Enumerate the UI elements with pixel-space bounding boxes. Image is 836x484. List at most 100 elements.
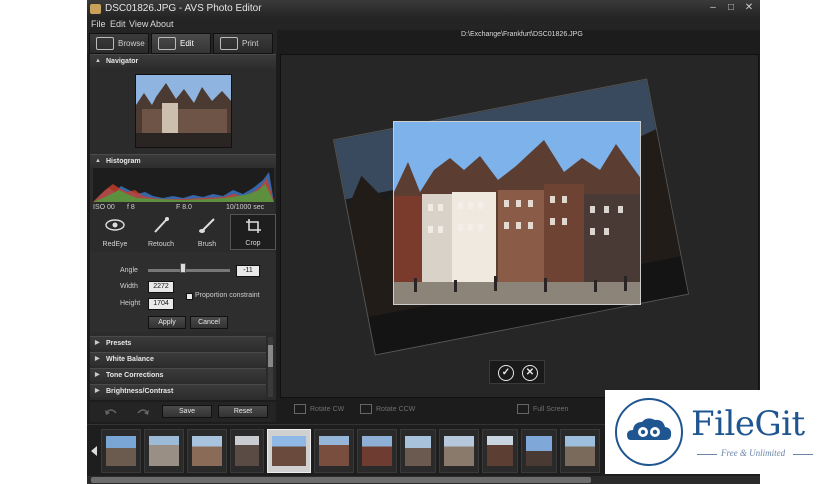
proportion-checkbox[interactable] — [186, 293, 193, 300]
title-bar: DSC01826.JPG - AVS Photo Editor – □ ✕ — [87, 0, 760, 18]
film-thumbnail[interactable] — [400, 429, 436, 473]
film-thumbnail[interactable] — [439, 429, 479, 473]
discard-x-icon[interactable]: ✕ — [522, 365, 538, 381]
cancel-button[interactable]: Cancel — [190, 316, 228, 329]
section-presets[interactable]: ▶ Presets — [90, 336, 266, 350]
menu-edit[interactable]: Edit — [110, 18, 126, 30]
angle-label: Angle — [120, 267, 138, 274]
tool-redeye[interactable]: RedEye — [92, 214, 138, 250]
tool-palette: RedEye Retouch Brush Crop — [90, 214, 276, 250]
redeye-icon — [105, 219, 125, 231]
tool-brush[interactable]: Brush — [184, 214, 230, 250]
film-thumbnail[interactable] — [144, 429, 184, 473]
histogram-title: Histogram — [106, 158, 141, 165]
watermark-divider — [793, 454, 813, 455]
print-icon — [220, 37, 238, 50]
navigator-header[interactable]: ▲ Navigator — [90, 54, 276, 68]
film-thumbnail[interactable] — [560, 429, 600, 473]
bottom-actions: Save Reset — [90, 402, 276, 422]
rotate-cw-label: Rotate CW — [310, 406, 345, 413]
navigator-thumbnail[interactable] — [135, 74, 232, 148]
expand-triangle-icon: ▶ — [95, 388, 100, 394]
filmstrip-scrollbar[interactable] — [87, 476, 760, 484]
tab-browse[interactable]: Browse — [89, 33, 149, 54]
section-white-balance[interactable]: ▶ White Balance — [90, 352, 266, 366]
film-thumbnail[interactable] — [230, 429, 264, 473]
crop-area-photo[interactable] — [393, 121, 641, 305]
collapse-triangle-icon: ▲ — [95, 158, 101, 164]
crop-settings: Angle -11 Width 2272 Height 1704 Proport… — [90, 252, 276, 332]
film-thumbnail[interactable] — [482, 429, 518, 473]
maximize-button[interactable]: □ — [725, 2, 737, 14]
rotate-ccw-icon — [360, 404, 372, 415]
fullscreen-label: Full Screen — [533, 406, 569, 413]
rotate-cw-button[interactable]: Rotate CW — [294, 402, 344, 418]
reset-button[interactable]: Reset — [218, 405, 268, 418]
angle-slider-thumb[interactable] — [180, 263, 186, 273]
tab-print[interactable]: Print — [213, 33, 273, 54]
rotate-ccw-label: Rotate CCW — [376, 406, 416, 413]
angle-field[interactable]: -11 — [236, 265, 260, 277]
edit-icon — [158, 37, 176, 50]
width-label: Width — [120, 283, 138, 290]
height-field[interactable]: 1704 — [148, 298, 174, 310]
section-brightness-contrast[interactable]: ▶ Brightness/Contrast — [90, 384, 266, 398]
proportion-label: Proportion constraint — [195, 292, 260, 299]
rotate-ccw-button[interactable]: Rotate CCW — [360, 402, 415, 418]
minimize-button[interactable]: – — [707, 2, 719, 14]
exif-aperture: F 8.0 — [176, 204, 192, 211]
file-path: D:\Exchange\Frankfurt\DSC01826.JPG — [461, 31, 583, 38]
exif-shutter: 10/1000 sec — [226, 204, 265, 211]
cloud-icon — [627, 418, 672, 440]
tab-browse-label: Browse — [118, 39, 145, 48]
tab-edit[interactable]: Edit — [151, 33, 211, 54]
menu-view[interactable]: View — [129, 18, 148, 30]
section-tone-corrections[interactable]: ▶ Tone Corrections — [90, 368, 266, 382]
tool-retouch-label: Retouch — [147, 241, 175, 248]
confirm-check-icon[interactable]: ✓ — [498, 365, 514, 381]
watermark-tagline: Free & Unlimited — [721, 448, 786, 458]
tool-crop[interactable]: Crop — [230, 214, 276, 250]
tool-crop-label: Crop — [245, 240, 261, 247]
browse-icon — [96, 37, 114, 50]
panel-scrollbar-thumb[interactable] — [268, 345, 273, 367]
close-button[interactable]: ✕ — [743, 2, 755, 14]
retouch-icon — [154, 217, 169, 233]
scroll-left-arrow-icon[interactable] — [90, 445, 98, 457]
save-button[interactable]: Save — [162, 405, 212, 418]
angle-slider-track[interactable] — [148, 269, 230, 272]
menu-file[interactable]: File — [91, 18, 106, 30]
watermark-divider — [697, 454, 717, 455]
rotate-cw-icon — [294, 404, 306, 415]
filegit-watermark: FileGit Free & Unlimited — [605, 390, 819, 474]
film-thumbnail-selected[interactable] — [267, 429, 311, 473]
panel-scrollbar[interactable] — [268, 337, 273, 397]
width-field[interactable]: 2272 — [148, 281, 174, 293]
crop-icon — [246, 219, 261, 233]
expand-triangle-icon: ▶ — [95, 340, 100, 346]
crop-confirm-bar: ✓ ✕ — [489, 360, 545, 384]
film-thumbnail[interactable] — [521, 429, 557, 473]
expand-triangle-icon: ▶ — [95, 372, 100, 378]
image-viewer[interactable]: ✓ ✕ — [280, 54, 759, 398]
menu-bar: File Edit View About — [87, 18, 760, 30]
apply-button[interactable]: Apply — [148, 316, 186, 329]
film-thumbnail[interactable] — [357, 429, 397, 473]
menu-about[interactable]: About — [150, 18, 174, 30]
tool-redeye-label: RedEye — [102, 241, 128, 248]
tool-retouch[interactable]: Retouch — [138, 214, 184, 250]
section-brightness-contrast-label: Brightness/Contrast — [106, 388, 174, 395]
section-tone-corrections-label: Tone Corrections — [106, 372, 164, 379]
exif-iso: ISO 00 — [93, 204, 115, 211]
undo-icon[interactable] — [104, 406, 118, 418]
film-thumbnail[interactable] — [101, 429, 141, 473]
histogram-header[interactable]: ▲ Histogram — [90, 154, 276, 168]
film-thumbnail[interactable] — [187, 429, 227, 473]
collapse-triangle-icon: ▲ — [95, 58, 101, 64]
navigator-image — [136, 75, 231, 147]
filmstrip-scrollbar-thumb[interactable] — [91, 477, 591, 483]
mode-tabs: Browse Edit Print — [87, 30, 277, 54]
film-thumbnail[interactable] — [314, 429, 354, 473]
redo-icon[interactable] — [136, 406, 150, 418]
fullscreen-button[interactable]: Full Screen — [517, 402, 568, 418]
